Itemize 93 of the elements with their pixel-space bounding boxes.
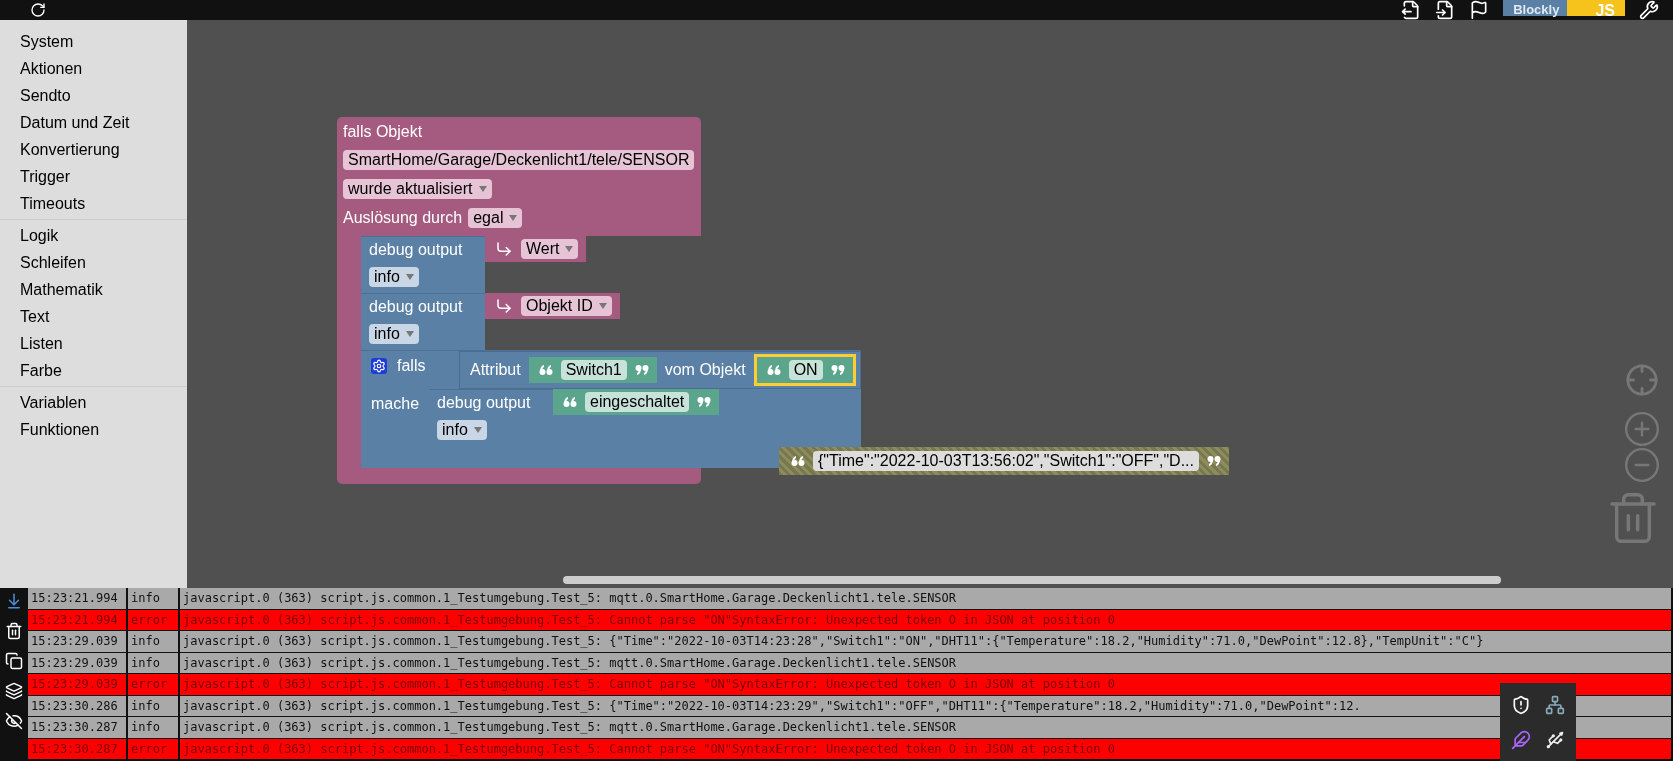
object-id-field[interactable]: SmartHome/Garage/Deckenlicht1/tele/SENSOR: [343, 150, 695, 170]
dropdown-field[interactable]: info: [437, 420, 487, 440]
copy-icon[interactable]: [5, 652, 23, 670]
caret-icon: [565, 246, 574, 252]
caret-icon: [405, 274, 414, 280]
category-item[interactable]: Farbe: [0, 357, 187, 384]
network-icon[interactable]: [1545, 694, 1565, 715]
category-item[interactable]: Trigger: [0, 163, 187, 190]
category-item[interactable]: Text: [0, 303, 187, 330]
log-time: 15:23:21.994: [28, 588, 128, 609]
log-severity: info: [128, 717, 180, 738]
category-item[interactable]: Aktionen: [0, 55, 187, 82]
dropdown-field[interactable]: egal: [468, 208, 523, 228]
shield-icon[interactable]: [1511, 694, 1531, 715]
debug-output-block[interactable]: debug output info: [361, 236, 485, 293]
scrollbar[interactable]: [563, 576, 1501, 584]
quote-icon: [830, 364, 845, 376]
export-icon[interactable]: [1401, 0, 1422, 20]
category-item[interactable]: Mathematik: [0, 276, 187, 303]
text-block[interactable]: {"Time":"2022-10-03T13:56:02","Switch1":"OFF","D...: [779, 447, 1229, 475]
category-item[interactable]: Variablen: [0, 389, 187, 416]
text-block[interactable]: Switch1: [528, 357, 657, 383]
log-severity: error: [128, 674, 180, 695]
dropdown-field[interactable]: Objekt ID: [521, 296, 612, 316]
quote-icon: [563, 396, 577, 408]
log-time: 15:23:30.287: [28, 717, 128, 738]
text-field[interactable]: eingeschaltet: [585, 392, 690, 412]
caret-icon: [473, 427, 482, 433]
block-label: debug output: [437, 394, 531, 412]
log-time: 15:23:30.287: [28, 738, 128, 759]
log-message: javascript.0 (363) script.js.common.1_Testumgebung.Test_5: {"Time":"2022-10-03T14:23:28","Switch1":"ON","DHT11":{"Temperature":18.2,"Humidity":71.0,"DewPoint":12.8},"TempUnit":"C"}: [180, 631, 1673, 652]
block-label: mache: [371, 395, 420, 412]
settings-icon[interactable]: [1639, 0, 1659, 20]
dropdown-field[interactable]: wurde aktualisiert: [343, 179, 492, 199]
hide-icon[interactable]: [5, 712, 23, 730]
layers-icon[interactable]: [5, 682, 23, 700]
logo-text: Blockly: [1503, 0, 1568, 16]
text-block[interactable]: eingeschaltet: [553, 389, 720, 415]
category-item[interactable]: Schleifen: [0, 249, 187, 276]
category-item[interactable]: Listen: [0, 330, 187, 357]
dropdown-field[interactable]: info: [369, 267, 419, 287]
quote-icon: [1207, 455, 1221, 467]
caret-icon: [478, 186, 487, 192]
block-label: falls: [397, 357, 426, 375]
log-severity: info: [128, 588, 180, 609]
text-block[interactable]: ON: [753, 354, 856, 386]
import-icon[interactable]: [1435, 0, 1456, 20]
dropdown-field[interactable]: Wert: [521, 239, 579, 259]
quote-icon: [697, 396, 712, 408]
block-label: vom Objekt: [664, 361, 746, 379]
category-item[interactable]: Datum und Zeit: [0, 109, 187, 136]
text-field[interactable]: Switch1: [560, 360, 627, 380]
category-item[interactable]: Logik: [0, 222, 187, 249]
category-item[interactable]: Funktionen: [0, 416, 187, 443]
event-block-header[interactable]: falls Objekt SmartHome/Garage/Deckenlicht1/tele/SENSOR wurde aktualisiert Auslösung durch egal: [337, 117, 701, 236]
dropdown-field[interactable]: info: [369, 324, 419, 344]
caret-icon: [598, 303, 607, 309]
text-field[interactable]: ON: [788, 360, 823, 380]
text-field[interactable]: {"Time":"2022-10-03T13:56:02","Switch1":"OFF","D...: [813, 451, 1199, 471]
usb-icon[interactable]: [1545, 729, 1565, 750]
quote-icon: [766, 364, 781, 376]
attribute-block[interactable]: Attribut Switch1 vom Objekt ON: [459, 351, 861, 389]
category-item[interactable]: System: [0, 28, 187, 55]
block-label: Auslösung durch: [343, 209, 463, 227]
block-label: falls Objekt: [343, 123, 423, 141]
quote-icon: [791, 455, 805, 467]
flag-icon[interactable]: [1469, 0, 1490, 20]
block-label: Attribut: [470, 361, 521, 379]
quote-icon: [634, 364, 649, 376]
arrow-icon: [495, 297, 513, 315]
gear-icon[interactable]: [371, 358, 387, 374]
caret-icon: [509, 215, 518, 221]
refresh-icon[interactable]: [30, 2, 46, 18]
feather-icon[interactable]: [1511, 729, 1531, 750]
logo-text: JS: [1567, 0, 1625, 16]
category-item[interactable]: Sendto: [0, 82, 187, 109]
arrow-icon: [495, 240, 513, 258]
debug-output-block[interactable]: debug output info: [361, 293, 485, 350]
log-time: 15:23:29.039: [28, 674, 128, 695]
block-label: debug output: [369, 298, 463, 316]
category-item[interactable]: Konvertierung: [0, 136, 187, 163]
category-item[interactable]: Timeouts: [0, 190, 187, 217]
quote-icon: [538, 364, 553, 376]
log-time: 15:23:29.039: [28, 631, 128, 652]
log-message: javascript.0 (363) script.js.common.1_Testumgebung.Test_5: mqtt.0.SmartHome.Garage.Deckenlicht1.tele.SENSOR: [180, 588, 1673, 609]
clear-icon[interactable]: [5, 622, 23, 640]
scroll-down-icon[interactable]: [5, 592, 23, 610]
block-label: debug output: [369, 241, 463, 259]
caret-icon: [405, 331, 414, 337]
variable-block[interactable]: Objekt ID: [485, 293, 620, 319]
variable-block[interactable]: Wert: [485, 236, 587, 262]
log-severity: info: [128, 631, 180, 652]
log-severity: error: [128, 738, 180, 759]
